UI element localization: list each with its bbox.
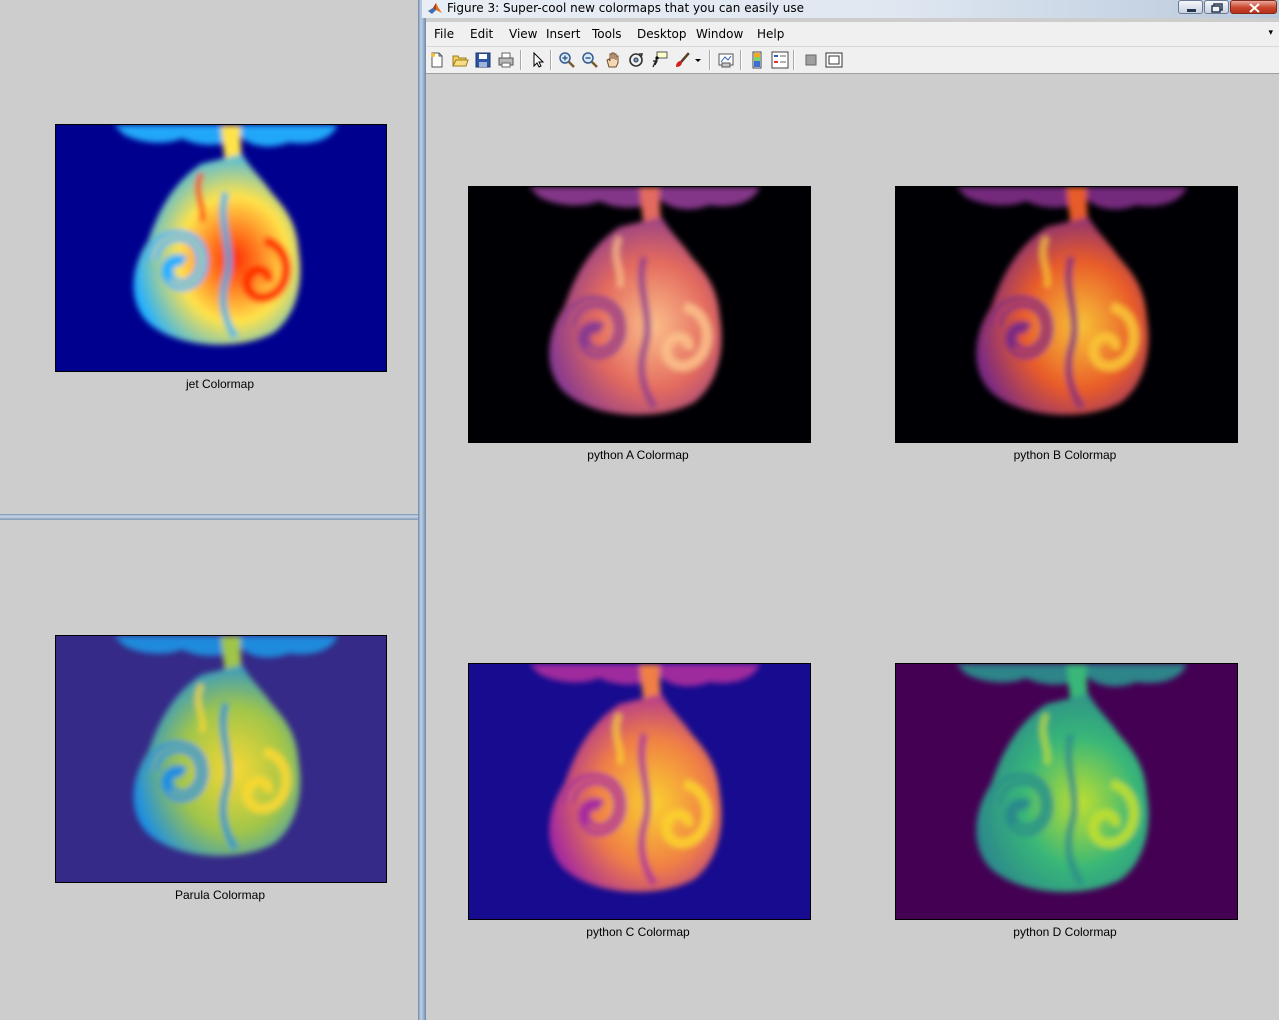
menu-file[interactable]: File	[434, 22, 454, 46]
maximize-button[interactable]	[1204, 0, 1229, 14]
figure-toolbar	[426, 47, 1279, 74]
insert-colorbar-icon[interactable]	[748, 51, 766, 69]
caption-parula: Parula Colormap	[174, 888, 266, 902]
menu-help[interactable]: Help	[757, 22, 784, 46]
brush-icon[interactable]	[673, 51, 691, 69]
save-icon[interactable]	[474, 51, 492, 69]
menu-edit[interactable]: Edit	[470, 22, 493, 46]
axes-python-b[interactable]	[895, 186, 1238, 443]
toolbar-separator	[793, 50, 795, 70]
menu-window[interactable]: Window	[696, 22, 743, 46]
window-title: Figure 3: Super-cool new colormaps that …	[447, 1, 805, 15]
caption-python-c: python C Colormap	[586, 925, 690, 939]
rotate-3d-icon[interactable]	[627, 51, 645, 69]
figure-window-3[interactable]: Figure 3: Super-cool new colormaps that …	[422, 0, 1279, 1020]
insert-legend-icon[interactable]	[771, 51, 789, 69]
close-button[interactable]	[1230, 0, 1277, 14]
figure-client-area: File Edit View Insert Tools Desktop Wind…	[426, 18, 1279, 1020]
edit-plot-icon[interactable]	[528, 51, 546, 69]
menubar-overflow-icon[interactable]: ▾	[1268, 28, 1273, 38]
axes-python-a[interactable]	[468, 186, 811, 443]
restore-icon	[1211, 3, 1223, 13]
pan-icon[interactable]	[604, 51, 622, 69]
caption-python-d: python D Colormap	[1013, 925, 1117, 939]
toolbar-separator	[709, 50, 711, 70]
data-cursor-icon[interactable]	[650, 51, 668, 69]
menu-insert[interactable]: Insert	[546, 22, 580, 46]
minimize-icon	[1187, 9, 1196, 12]
hide-plot-tools-icon[interactable]	[802, 51, 820, 69]
zoom-in-icon[interactable]	[558, 51, 576, 69]
close-icon	[1249, 3, 1260, 13]
menu-desktop[interactable]: Desktop	[637, 22, 687, 46]
caption-python-a: python A Colormap	[587, 448, 689, 462]
python-d-plume-image	[896, 664, 1237, 919]
python-a-plume-image	[469, 187, 810, 442]
menu-view[interactable]: View	[509, 22, 537, 46]
zoom-out-icon[interactable]	[581, 51, 599, 69]
toolbar-separator	[740, 50, 742, 70]
menu-tools[interactable]: Tools	[592, 22, 622, 46]
toolbar-separator	[520, 50, 522, 70]
figure-window-jet[interactable]: jet Colormap	[0, 0, 418, 514]
python-c-plume-image	[469, 664, 810, 919]
link-plot-icon[interactable]	[717, 51, 735, 69]
minimize-button[interactable]	[1178, 0, 1203, 14]
new-figure-icon[interactable]	[428, 51, 446, 69]
figure-window-parula[interactable]: Parula Colormap	[0, 520, 418, 1020]
caption-jet: jet Colormap	[185, 377, 255, 391]
open-file-icon[interactable]	[451, 51, 469, 69]
jet-plume-image	[56, 125, 386, 371]
print-icon[interactable]	[497, 51, 515, 69]
title-bar[interactable]: Figure 3: Super-cool new colormaps that …	[422, 0, 1279, 18]
matlab-logo-icon	[427, 1, 443, 16]
menu-bar: File Edit View Insert Tools Desktop Wind…	[426, 22, 1279, 47]
toolbar-separator	[550, 50, 552, 70]
brush-dropdown-icon[interactable]	[693, 51, 703, 69]
python-b-plume-image	[896, 187, 1237, 442]
axes-parula[interactable]	[55, 635, 387, 883]
parula-plume-image	[56, 636, 386, 882]
axes-jet[interactable]	[55, 124, 387, 372]
caption-python-b: python B Colormap	[1013, 448, 1117, 462]
show-plot-tools-icon[interactable]	[825, 51, 843, 69]
axes-python-c[interactable]	[468, 663, 811, 920]
axes-python-d[interactable]	[895, 663, 1238, 920]
